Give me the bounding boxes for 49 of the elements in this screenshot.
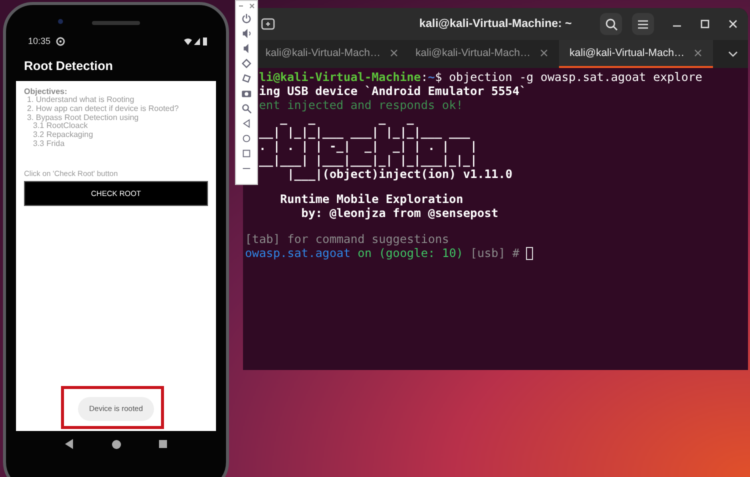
objectives-heading: Objectives:: [24, 87, 68, 96]
terminal-line: __|___| |___|___|_| |_|___|_|_|: [259, 154, 478, 167]
terminal-line: owasp.sat.agoat on (google: 10) [usb] #: [245, 246, 520, 261]
objective-subitem: 3.2 Repackaging: [32, 131, 94, 140]
objective-item: 1. Understand what is Rooting: [27, 96, 134, 105]
terminal-line: __| |_|_|___ ___| |_|_|___ ___: [259, 126, 470, 140]
camera-icon: [58, 19, 63, 24]
home-icon[interactable]: [112, 440, 121, 448]
objective-subitem: 3.1 RootCloack: [32, 122, 88, 131]
terminal-line: . | . | | -_| _| _| | . | |: [259, 140, 478, 154]
overview-icon[interactable]: [241, 148, 252, 159]
close-icon[interactable]: [390, 49, 398, 57]
menu-button[interactable]: [632, 13, 654, 35]
back-icon[interactable]: [65, 439, 74, 449]
window-title: kali@kali-Virtual-Machine: ~: [419, 18, 572, 30]
volume-up-icon[interactable]: [241, 28, 252, 39]
search-button[interactable]: [600, 13, 622, 35]
speaker-grille: [92, 21, 140, 25]
close-icon[interactable]: [540, 49, 548, 57]
notification-icon: [56, 36, 65, 46]
status-icons: [184, 36, 208, 46]
terminal-line: by: @leonjza from @sensepost: [300, 207, 498, 221]
terminal-line: |___|(object)inject(ion) v1.11.0: [286, 168, 512, 182]
terminal-line: Runtime Mobile Exploration: [279, 193, 464, 208]
back-icon[interactable]: [241, 118, 252, 129]
camera-icon[interactable]: [241, 88, 252, 99]
menu-icon: [637, 18, 649, 30]
search-icon: [604, 18, 618, 30]
rotate-left-icon[interactable]: [241, 58, 252, 69]
objective-item: 3. Bypass Root Detection using: [26, 114, 139, 122]
zoom-icon[interactable]: [241, 103, 252, 114]
rotate-right-icon[interactable]: [241, 73, 252, 84]
terminal-line: ing USB device `Android Emulator 5554`: [259, 84, 526, 99]
terminal-tab[interactable]: kali@kali-Virtual-Mach…: [559, 40, 713, 68]
terminal-tab[interactable]: kali@kali-Virtual-Mach…: [405, 40, 559, 68]
status-time: 10:35: [28, 36, 51, 46]
objective-item: 2. How app can detect if device is Rooted?: [26, 104, 179, 113]
terminal-line: li@kali-Virtual-Machine:~$ objection -g owasp.sat.agoat explore: [259, 71, 702, 85]
app-title: Root Detection: [23, 58, 113, 75]
terminal-line: _ _ _ _: [279, 112, 414, 126]
chevron-down-icon[interactable]: [728, 50, 738, 58]
home-icon[interactable]: [241, 133, 252, 144]
new-tab-icon[interactable]: [261, 17, 275, 31]
terminal-line: [tab] for command suggestions: [245, 232, 450, 247]
power-icon[interactable]: [241, 13, 252, 24]
objective-subitem: 3.3 Frida: [32, 140, 65, 149]
maximize-icon[interactable]: [700, 19, 710, 29]
terminal-tab[interactable]: kali@kali-Virtual-Mach…: [259, 40, 405, 68]
terminal-line: ent injected and responds ok!: [259, 98, 464, 112]
